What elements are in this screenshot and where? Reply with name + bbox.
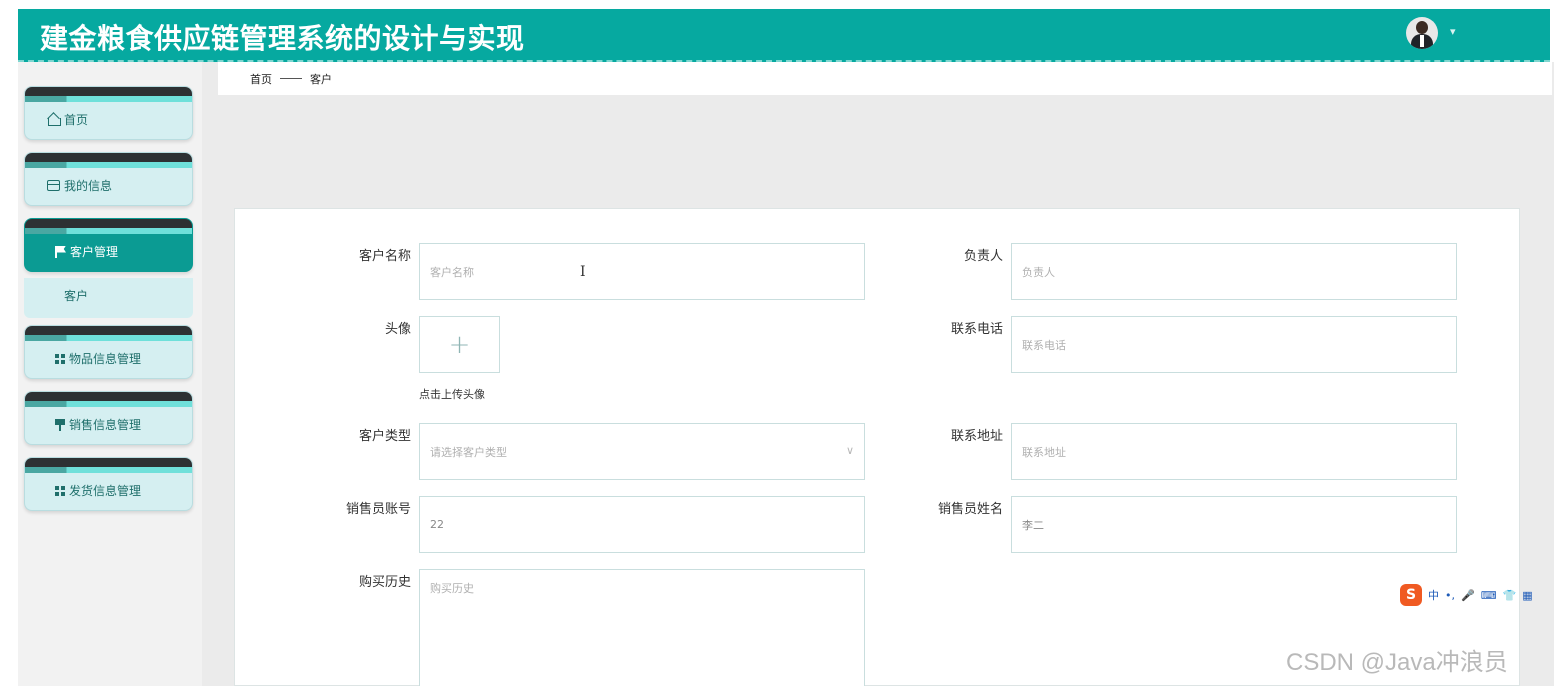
breadcrumb-current: 客户 xyxy=(310,72,332,86)
apps-icon[interactable]: ▦ xyxy=(1522,589,1532,602)
customer-name-input[interactable]: 客户名称 xyxy=(419,243,865,300)
address-input[interactable]: 联系地址 xyxy=(1011,423,1457,480)
breadcrumb: 首页 客户 xyxy=(218,62,1552,95)
purchase-history-textarea[interactable]: 购买历史 xyxy=(419,569,865,686)
text-cursor-icon: I xyxy=(580,264,586,280)
breadcrumb-home[interactable]: 首页 xyxy=(250,71,272,87)
sales-account-input[interactable]: 22 xyxy=(419,496,865,553)
ime-punctuation[interactable]: •, xyxy=(1445,589,1455,602)
customer-type-select[interactable]: 请选择客户类型 ∨ xyxy=(419,423,865,480)
card-icon xyxy=(47,180,60,191)
customer-form: 客户名称 客户名称 I 负责人 负责人 头像 + 点击上传头像 联系电话 联系电… xyxy=(234,208,1520,686)
avatar-upload-hint: 点击上传头像 xyxy=(419,388,485,401)
grid-icon xyxy=(55,485,65,496)
chevron-down-icon: ∨ xyxy=(845,444,854,457)
sidebar-item-label: 首页 xyxy=(64,113,89,127)
customer-name-label: 客户名称 xyxy=(358,249,411,264)
ime-language[interactable]: 中 xyxy=(1428,587,1439,603)
sidebar-item-shipping[interactable]: 发货信息管理 xyxy=(24,457,193,511)
sales-name-input[interactable]: 李二 xyxy=(1011,496,1457,553)
sidebar-item-sales[interactable]: 销售信息管理 xyxy=(24,391,193,445)
flag-icon xyxy=(55,245,66,258)
plus-icon: + xyxy=(448,329,471,360)
main-content: 首页 客户 客户名称 客户名称 I 负责人 负责人 头像 + 点击上传头像 联系… xyxy=(202,62,1554,686)
sales-account-label: 销售员账号 xyxy=(345,502,411,517)
manager-input[interactable]: 负责人 xyxy=(1011,243,1457,300)
customer-type-label: 客户类型 xyxy=(358,429,411,444)
sidebar-item-goods[interactable]: 物品信息管理 xyxy=(24,325,193,379)
app-header: 建金粮食供应链管理系统的设计与实现 ▾ xyxy=(18,9,1550,62)
skin-icon[interactable]: 👕 xyxy=(1503,589,1517,602)
ime-toolbar[interactable]: S 中 •, 🎤 ⌨ 👕 ▦ xyxy=(1400,584,1554,606)
ime-logo-icon: S xyxy=(1400,584,1422,606)
phone-label: 联系电话 xyxy=(950,322,1003,337)
sidebar-item-my-info[interactable]: 我的信息 xyxy=(24,152,193,206)
sidebar-item-customer-management[interactable]: 客户管理 xyxy=(24,218,193,272)
grid-icon xyxy=(55,353,65,364)
phone-input[interactable]: 联系电话 xyxy=(1011,316,1457,373)
submenu-customer: 客户 xyxy=(24,278,193,318)
breadcrumb-separator xyxy=(280,78,302,79)
post-icon xyxy=(55,418,65,431)
sidebar-item-home[interactable]: 首页 xyxy=(24,86,193,140)
customer-type-placeholder: 请选择客户类型 xyxy=(430,445,507,459)
keyboard-icon[interactable]: ⌨ xyxy=(1481,589,1497,602)
app-title: 建金粮食供应链管理系统的设计与实现 xyxy=(40,22,525,55)
microphone-icon[interactable]: 🎤 xyxy=(1461,589,1475,602)
avatar-upload-button[interactable]: + xyxy=(419,316,500,373)
sidebar: 首页 我的信息 客户管理 客户 物品信息管理 销售信息管理 发货信息管理 xyxy=(18,62,202,686)
address-label: 联系地址 xyxy=(950,429,1003,444)
sidebar-item-label: 物品信息管理 xyxy=(69,352,142,366)
sales-name-label: 销售员姓名 xyxy=(937,502,1003,517)
watermark: CSDN @Java冲浪员 xyxy=(1286,649,1508,676)
home-icon xyxy=(47,114,61,126)
manager-label: 负责人 xyxy=(963,249,1003,264)
sidebar-item-label: 我的信息 xyxy=(64,179,113,193)
chevron-down-icon[interactable]: ▾ xyxy=(1450,25,1456,38)
sidebar-item-label: 销售信息管理 xyxy=(69,418,142,432)
sidebar-item-label: 发货信息管理 xyxy=(69,484,142,498)
purchase-history-label: 购买历史 xyxy=(358,575,411,590)
sidebar-item-label: 客户管理 xyxy=(70,245,119,259)
user-avatar[interactable] xyxy=(1406,17,1438,49)
avatar-label: 头像 xyxy=(384,322,411,337)
submenu-item-customer[interactable]: 客户 xyxy=(64,287,88,304)
